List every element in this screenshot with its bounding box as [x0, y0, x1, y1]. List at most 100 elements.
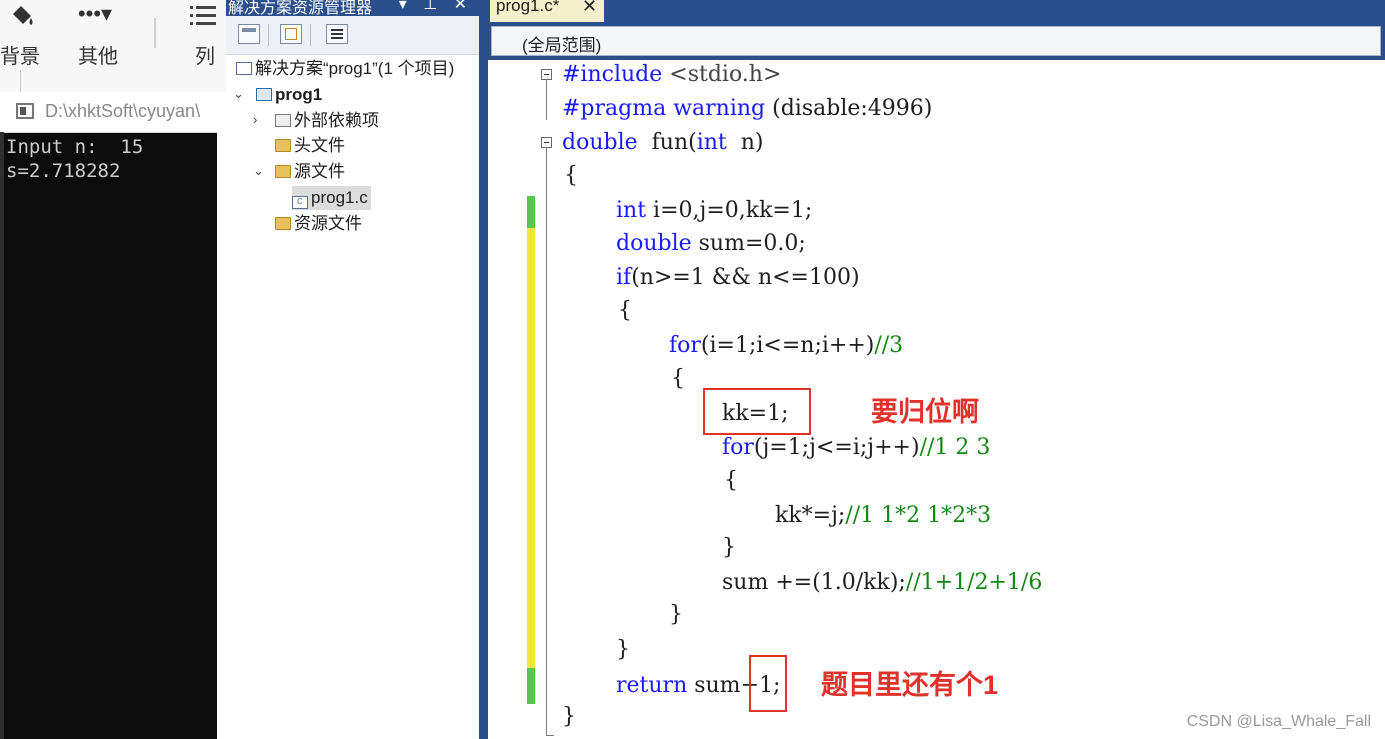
external-deps-icon	[275, 114, 291, 127]
console-app-icon	[16, 103, 34, 119]
outline-end-tick	[546, 735, 554, 736]
added-change-marker	[527, 668, 535, 704]
comment: //1 2 3	[919, 435, 991, 460]
keyword: int	[696, 130, 727, 155]
tab-label: prog1.c*	[496, 0, 560, 15]
pragma-args: (disable:4996)	[772, 96, 933, 121]
preprocessor: #include	[562, 62, 670, 87]
keyword: int	[616, 198, 647, 223]
comment: //1 1*2 1*2*3	[845, 503, 992, 528]
toolbar-separator	[310, 24, 311, 46]
more-icon[interactable]: •••▾	[70, 0, 120, 28]
indicator-margin	[488, 60, 521, 739]
chevron-right-icon[interactable]: ›	[253, 112, 257, 127]
code-line-9: for(i=1;i<=n;i++)//3	[669, 331, 903, 361]
code-text: sum +=(1.0/kk);	[722, 570, 906, 595]
panel-splitter[interactable]	[479, 0, 488, 739]
chevron-down-icon[interactable]: ⌄	[233, 86, 244, 102]
paint-bucket-icon[interactable]	[6, 2, 38, 30]
code-editor[interactable]: #include <stdio.h> #pragma warning (disa…	[488, 60, 1385, 739]
collapse-icon[interactable]	[541, 137, 552, 148]
code-text: sum	[687, 673, 741, 698]
tree-solution[interactable]: 解决方案“prog1”(1 个项目)	[236, 57, 454, 81]
console-left-edge	[0, 132, 4, 739]
solution-explorer-title: 解决方案资源管理器	[228, 0, 373, 16]
tree-resource-files[interactable]: 资源文件	[275, 212, 362, 236]
solution-explorer-header: 解决方案资源管理器 ▾ ⊥ ✕	[226, 0, 479, 16]
resource-files-label: 资源文件	[294, 214, 362, 233]
outline-guide	[546, 148, 547, 736]
annotation-box-plus-one	[749, 655, 787, 712]
properties-icon[interactable]	[238, 24, 260, 44]
console-titlebar[interactable]: D:\xhktSoft\cyuyan\	[0, 92, 217, 133]
code-line-5: int i=0,j=0,kk=1;	[616, 196, 812, 226]
tree-external-deps[interactable]: 外部依赖项	[275, 109, 379, 133]
close-icon[interactable]: ✕	[582, 0, 597, 17]
annotation-plus-one-note: 题目里还有个1	[821, 670, 999, 700]
folder-open-icon	[275, 165, 291, 178]
navigation-bar: (全局范围)	[488, 22, 1385, 60]
tree-source-files[interactable]: 源文件	[275, 160, 345, 184]
more-label[interactable]: 其他	[78, 40, 118, 69]
chevron-down-icon[interactable]: ⌄	[253, 163, 264, 179]
collapse-icon[interactable]	[541, 69, 552, 80]
outline-guide	[546, 80, 547, 120]
comment: //1+1/2+1/6	[905, 570, 1043, 595]
background-doc-fragment	[20, 70, 141, 92]
watermark: CSDN @Lisa_Whale_Fall	[1186, 713, 1371, 730]
code-line-12: for(j=1;j<=i;j++)//1 2 3	[722, 433, 990, 463]
toolbar-separator	[268, 24, 269, 46]
code-text: sum=0.0;	[691, 231, 806, 256]
list-label[interactable]: 列	[195, 40, 215, 69]
code-text: kk*=j;	[775, 503, 846, 528]
panel-controls[interactable]: ▾ ⊥ ✕	[399, 0, 473, 14]
code-line-15: }	[722, 535, 736, 560]
added-change-marker	[527, 196, 535, 228]
code-line-20: }	[562, 704, 576, 729]
code-line-13: {	[724, 468, 738, 493]
code-line-4: {	[564, 163, 578, 188]
code-text: fun(	[637, 130, 697, 155]
tab-prog1[interactable]: prog1.c* ✕	[490, 0, 604, 22]
scope-dropdown[interactable]: (全局范围)	[491, 26, 1381, 56]
list-icon[interactable]	[188, 2, 218, 30]
keyword: if	[616, 265, 632, 290]
solution-explorer: 解决方案资源管理器 ▾ ⊥ ✕ 解决方案“prog1”(1 个项目) ⌄ pro…	[226, 0, 479, 739]
keyword: double	[562, 130, 638, 155]
code-text: (j=1;j<=i;j++)	[753, 435, 920, 460]
console-line-result: s=2.718282	[6, 160, 121, 182]
c-file-icon: C	[292, 196, 308, 209]
external-deps-label: 外部依赖项	[294, 111, 379, 130]
folder-icon	[275, 217, 291, 230]
tree-project[interactable]: prog1	[256, 83, 322, 107]
folder-icon	[275, 139, 291, 152]
background-label[interactable]: 背景	[0, 40, 40, 69]
toolbar-separator	[154, 18, 156, 48]
solution-label: 解决方案“prog1”(1 个项目)	[255, 59, 455, 78]
view-class-diagram-icon[interactable]	[326, 24, 348, 44]
solution-icon	[236, 62, 252, 75]
code-line-6: double sum=0.0;	[616, 229, 806, 259]
modified-change-marker	[527, 228, 535, 668]
annotation-box-kk-reset	[703, 388, 811, 435]
code-line-8: {	[618, 298, 632, 323]
code-line-2: #pragma warning (disable:4996)	[562, 94, 932, 124]
code-line-1: #include <stdio.h>	[562, 60, 781, 90]
tree-file-prog1[interactable]: Cprog1.c	[292, 186, 371, 210]
code-line-18: }	[616, 637, 630, 662]
preprocessor: #pragma warning	[562, 96, 773, 121]
document-tab-strip: prog1.c* ✕	[488, 0, 1385, 22]
console-window[interactable]: D:\xhktSoft\cyuyan\ Input n: 15 s=2.7182…	[0, 92, 217, 739]
keyword: return	[616, 673, 688, 698]
tree-header-files[interactable]: 头文件	[275, 134, 345, 158]
code-text: i=0,j=0,kk=1;	[646, 198, 813, 223]
code-line-10: {	[671, 366, 685, 391]
include-target: <stdio.h>	[669, 62, 782, 87]
code-line-14: kk*=j;//1 1*2 1*2*3	[775, 501, 991, 531]
console-title: D:\xhktSoft\cyuyan\	[45, 101, 201, 121]
project-label: prog1	[275, 85, 323, 104]
code-text: (i=1;i<=n;i++)	[700, 333, 875, 358]
solution-explorer-toolbar	[226, 16, 479, 55]
header-files-label: 头文件	[294, 136, 345, 155]
show-all-files-icon[interactable]	[280, 24, 302, 44]
